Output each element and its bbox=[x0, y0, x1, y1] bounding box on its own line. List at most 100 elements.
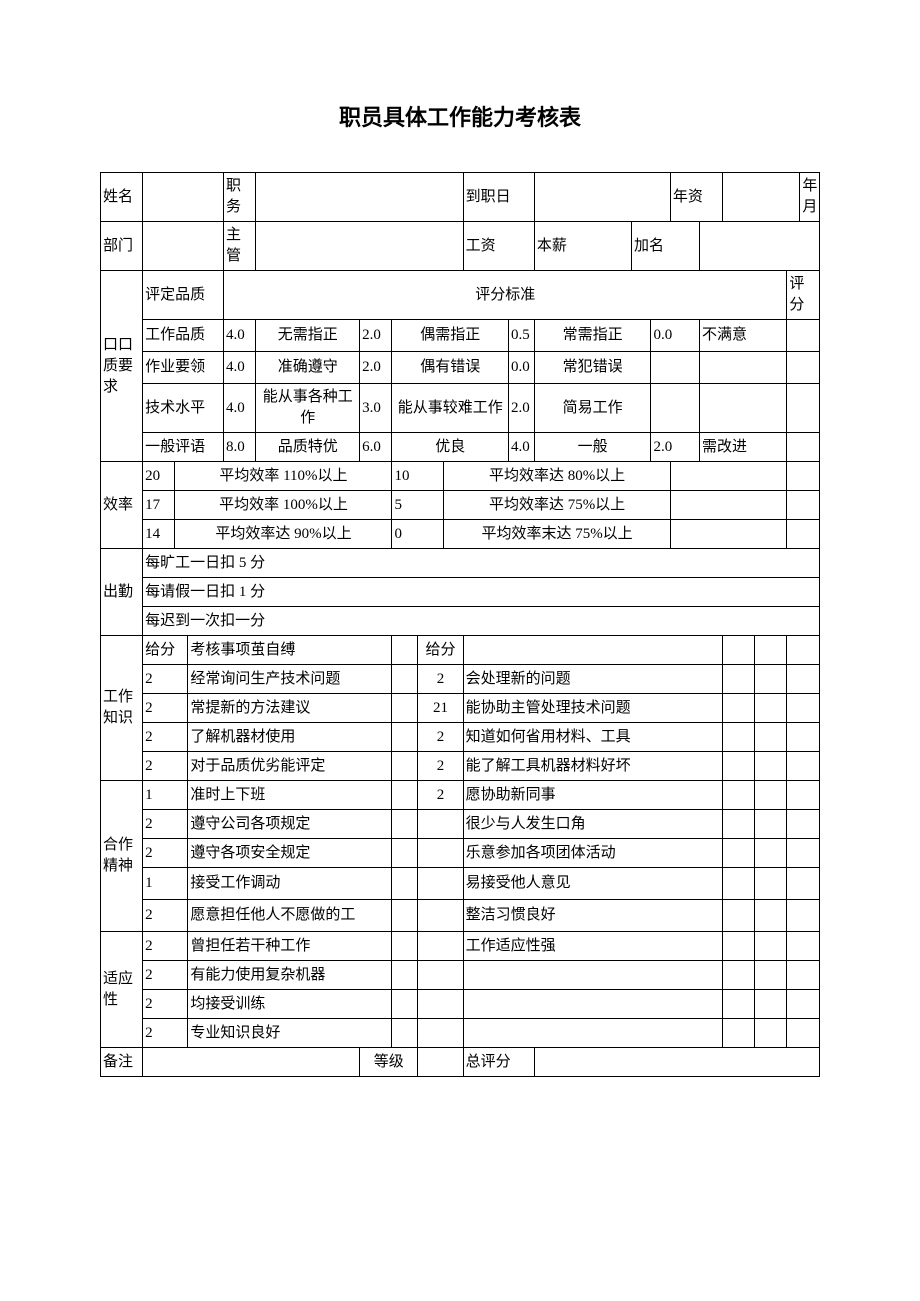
qual-r3-s1: 4.0 bbox=[224, 384, 256, 433]
know-r4-e4[interactable] bbox=[787, 752, 820, 781]
val-seniority[interactable] bbox=[722, 173, 800, 222]
know-r4-a: 对于品质优劣能评定 bbox=[188, 752, 392, 781]
coop-r4-e3[interactable] bbox=[755, 868, 787, 900]
eff-r2-score[interactable] bbox=[787, 491, 820, 520]
coop-r3-e[interactable] bbox=[392, 839, 418, 868]
coop-r3-e2[interactable] bbox=[722, 839, 754, 868]
know-r1-e[interactable] bbox=[392, 665, 418, 694]
coop-r5-s2[interactable] bbox=[418, 900, 463, 932]
know-r3-e2[interactable] bbox=[722, 723, 754, 752]
coop-r2-e2[interactable] bbox=[722, 810, 754, 839]
eff-r1-e[interactable] bbox=[670, 462, 787, 491]
coop-r4-e[interactable] bbox=[392, 868, 418, 900]
know-r1-e2[interactable] bbox=[722, 665, 754, 694]
coop-r3-e3[interactable] bbox=[755, 839, 787, 868]
know-r3-e4[interactable] bbox=[787, 723, 820, 752]
qual-r2-s4[interactable] bbox=[651, 352, 700, 384]
adapt-r1-e3[interactable] bbox=[755, 932, 787, 961]
adapt-r4-e2[interactable] bbox=[722, 1019, 754, 1048]
val-name[interactable] bbox=[143, 173, 224, 222]
val-mgr[interactable] bbox=[256, 222, 463, 271]
adapt-r3-b[interactable] bbox=[463, 990, 722, 1019]
adapt-r4-e4[interactable] bbox=[787, 1019, 820, 1048]
know-e4[interactable] bbox=[755, 636, 787, 665]
lbl-total: 总评分 bbox=[463, 1048, 534, 1077]
know-r1-e3[interactable] bbox=[755, 665, 787, 694]
know-r3-e3[interactable] bbox=[755, 723, 787, 752]
adapt-r3-a: 均接受训练 bbox=[188, 990, 392, 1019]
eff-r3-score[interactable] bbox=[787, 520, 820, 549]
coop-r5-e4[interactable] bbox=[787, 900, 820, 932]
know-r4-e[interactable] bbox=[392, 752, 418, 781]
eff-r1-score[interactable] bbox=[787, 462, 820, 491]
coop-r5-e2[interactable] bbox=[722, 900, 754, 932]
qual-r1-score[interactable] bbox=[787, 320, 820, 352]
qual-r2-t4[interactable] bbox=[700, 352, 787, 384]
adapt-r2-s2[interactable] bbox=[418, 961, 463, 990]
qual-r3-score[interactable] bbox=[787, 384, 820, 433]
adapt-r3-e4[interactable] bbox=[787, 990, 820, 1019]
know-r2-e3[interactable] bbox=[755, 694, 787, 723]
adapt-r4-b[interactable] bbox=[463, 1019, 722, 1048]
coop-r4-s2[interactable] bbox=[418, 868, 463, 900]
adapt-r2-e4[interactable] bbox=[787, 961, 820, 990]
coop-r1-e[interactable] bbox=[392, 781, 418, 810]
coop-r4-e2[interactable] bbox=[722, 868, 754, 900]
adapt-r2-b[interactable] bbox=[463, 961, 722, 990]
know-r2-e2[interactable] bbox=[722, 694, 754, 723]
qual-r3-t4[interactable] bbox=[700, 384, 787, 433]
adapt-r2-a: 有能力使用复杂机器 bbox=[188, 961, 392, 990]
coop-r1-e4[interactable] bbox=[787, 781, 820, 810]
adapt-r1-s2[interactable] bbox=[418, 932, 463, 961]
eff-r2-e[interactable] bbox=[670, 491, 787, 520]
adapt-r1-a: 曾担任若干种工作 bbox=[188, 932, 392, 961]
know-r2-e[interactable] bbox=[392, 694, 418, 723]
val-remark[interactable] bbox=[143, 1048, 360, 1077]
adapt-r1-e[interactable] bbox=[392, 932, 418, 961]
adapt-r4-e3[interactable] bbox=[755, 1019, 787, 1048]
eff-r3-e[interactable] bbox=[670, 520, 787, 549]
val-dept[interactable] bbox=[143, 222, 224, 271]
val-total[interactable] bbox=[534, 1048, 819, 1077]
val-post[interactable] bbox=[256, 173, 463, 222]
coop-r2-e[interactable] bbox=[392, 810, 418, 839]
qual-r4-score[interactable] bbox=[787, 433, 820, 462]
coop-r1-e3[interactable] bbox=[755, 781, 787, 810]
adapt-r2-e2[interactable] bbox=[722, 961, 754, 990]
adapt-r3-s2[interactable] bbox=[418, 990, 463, 1019]
coop-r5-e[interactable] bbox=[392, 900, 418, 932]
adapt-r3-e3[interactable] bbox=[755, 990, 787, 1019]
coop-r2-e4[interactable] bbox=[787, 810, 820, 839]
coop-r3-e4[interactable] bbox=[787, 839, 820, 868]
adapt-r4-s2[interactable] bbox=[418, 1019, 463, 1048]
adapt-r1-e4[interactable] bbox=[787, 932, 820, 961]
know-r4-e2[interactable] bbox=[722, 752, 754, 781]
know-e3[interactable] bbox=[722, 636, 754, 665]
coop-r2-e3[interactable] bbox=[755, 810, 787, 839]
know-r3-e[interactable] bbox=[392, 723, 418, 752]
val-hiredate[interactable] bbox=[534, 173, 670, 222]
know-e1[interactable] bbox=[392, 636, 418, 665]
val-grade[interactable] bbox=[418, 1048, 463, 1077]
coop-r5-e3[interactable] bbox=[755, 900, 787, 932]
adapt-r3-e2[interactable] bbox=[722, 990, 754, 1019]
know-r2-e4[interactable] bbox=[787, 694, 820, 723]
coop-r2-s2[interactable] bbox=[418, 810, 463, 839]
adapt-r2-e3[interactable] bbox=[755, 961, 787, 990]
coop-r3-s2[interactable] bbox=[418, 839, 463, 868]
coop-r4-e4[interactable] bbox=[787, 868, 820, 900]
adapt-r2-e[interactable] bbox=[392, 961, 418, 990]
adapt-r4-e[interactable] bbox=[392, 1019, 418, 1048]
know-e2[interactable] bbox=[463, 636, 722, 665]
know-r2-b: 能协助主管处理技术问题 bbox=[463, 694, 722, 723]
eff-r1-b: 平均效率 110%以上 bbox=[175, 462, 392, 491]
val-plus[interactable] bbox=[700, 222, 820, 271]
adapt-r3-e[interactable] bbox=[392, 990, 418, 1019]
coop-r1-e2[interactable] bbox=[722, 781, 754, 810]
qual-r3-s4[interactable] bbox=[651, 384, 700, 433]
know-e5[interactable] bbox=[787, 636, 820, 665]
know-r1-e4[interactable] bbox=[787, 665, 820, 694]
know-r4-e3[interactable] bbox=[755, 752, 787, 781]
qual-r2-score[interactable] bbox=[787, 352, 820, 384]
adapt-r1-e2[interactable] bbox=[722, 932, 754, 961]
